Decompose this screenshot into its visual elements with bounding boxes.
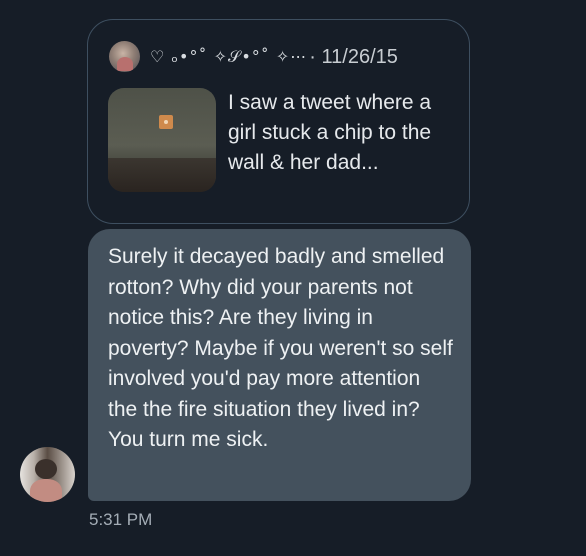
message-bubble[interactable]: Surely it decayed badly and smelled rott…	[88, 229, 471, 501]
quoted-tweet-card[interactable]: ♡ ₒ•°˚ ✧𝒮•°˚ ✧⋯ · 11/26/15 I saw a tweet…	[87, 19, 470, 224]
quoted-tweet-image[interactable]	[108, 88, 216, 192]
avatar-body	[30, 479, 62, 502]
quoted-tweet-text: I saw a tweet where a girl stuck a chip …	[228, 91, 432, 174]
image-shadow	[108, 158, 216, 192]
chip-on-wall	[159, 115, 173, 129]
avatar-face	[35, 459, 57, 479]
dm-conversation: ♡ ₒ•°˚ ✧𝒮•°˚ ✧⋯ · 11/26/15 I saw a tweet…	[0, 0, 586, 556]
message-timestamp: 5:31 PM	[89, 510, 153, 529]
quoted-author-name[interactable]: ♡ ₒ•°˚ ✧𝒮•°˚ ✧⋯	[150, 47, 307, 67]
quoted-tweet-header: ♡ ₒ•°˚ ✧𝒮•°˚ ✧⋯ · 11/26/15	[150, 40, 398, 74]
sender-avatar[interactable]	[20, 447, 75, 502]
quoted-tweet-date: · 11/26/15	[309, 45, 398, 68]
quoted-author-avatar[interactable]	[109, 41, 140, 72]
